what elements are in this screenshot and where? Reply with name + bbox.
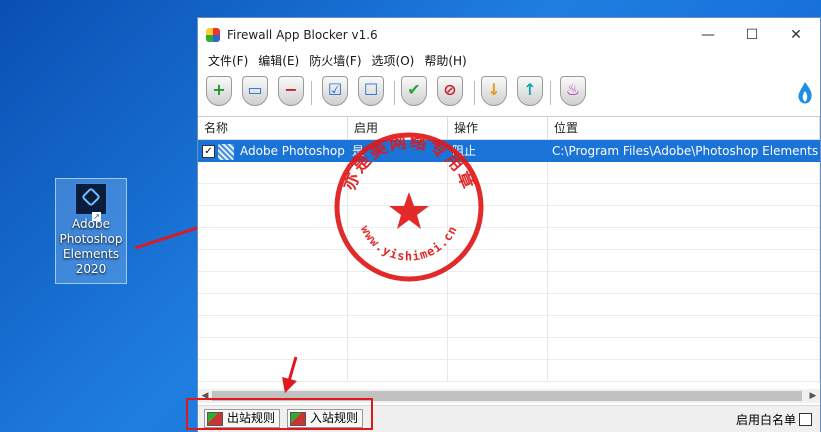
move-up-icon: ↑ <box>517 76 543 106</box>
allow-button[interactable]: ✔ <box>401 76 427 108</box>
app-logo-icon <box>206 28 220 42</box>
remove-button[interactable]: − <box>278 76 304 108</box>
allow-icon: ✔ <box>401 76 427 106</box>
close-button[interactable]: ✕ <box>774 24 818 46</box>
table-header: 名称 启用 操作 位置 <box>198 117 820 140</box>
desktop-icon-photoshop[interactable]: ↗ Adobe Photoshop Elements 2020 <box>55 178 127 284</box>
toolbar-separator <box>311 81 312 105</box>
column-header-location[interactable]: 位置 <box>548 117 820 139</box>
title-bar: Firewall App Blocker v1.6 — ☐ ✕ <box>198 18 820 52</box>
photoshop-app-icon <box>218 143 234 160</box>
table-row[interactable]: ✓Adobe Photoshop ... 是 阻止 C:\Program Fil… <box>198 140 820 162</box>
star-icon <box>389 192 429 229</box>
toolbar: + ▭ − ☑ ☐ ✔ ⊘ ↓ ↑ ♨ <box>198 71 820 117</box>
svg-text:亦是美网络专用章: 亦是美网络专用章 <box>339 131 480 193</box>
block-button[interactable]: ⊘ <box>437 76 463 108</box>
scroll-right-icon[interactable]: ▶ <box>806 389 820 403</box>
toolbar-separator <box>550 81 551 105</box>
annotation-highlight-box <box>186 398 373 430</box>
menu-firewall[interactable]: 防火墙(F) <box>305 52 365 71</box>
add-icon: + <box>206 76 232 106</box>
check-all-button[interactable]: ☑ <box>322 76 348 108</box>
whitelist-checkbox[interactable] <box>799 413 812 426</box>
flame-logo-icon <box>798 82 812 104</box>
move-up-button[interactable]: ↑ <box>517 76 543 108</box>
check-all-icon: ☑ <box>322 76 348 106</box>
row-checkbox[interactable]: ✓ <box>202 145 215 158</box>
menu-help[interactable]: 帮助(H) <box>420 52 470 71</box>
menu-file[interactable]: 文件(F) <box>204 52 252 71</box>
uncheck-all-icon: ☐ <box>358 76 384 106</box>
watermark-stamp: 亦是美网络专用章 www.yishimei.cn <box>334 131 484 282</box>
monitor-icon: ▭ <box>242 76 268 106</box>
move-down-icon: ↓ <box>481 76 507 106</box>
flame-button[interactable]: ♨ <box>560 76 586 108</box>
toolbar-separator <box>474 81 475 105</box>
block-icon: ⊘ <box>437 76 463 106</box>
flame-icon: ♨ <box>560 76 586 106</box>
move-down-button[interactable]: ↓ <box>481 76 507 108</box>
maximize-button[interactable]: ☐ <box>730 24 774 46</box>
desktop-icon-label: Adobe Photoshop Elements 2020 <box>59 217 123 276</box>
uncheck-all-button[interactable]: ☐ <box>358 76 384 108</box>
stamp-top-text: 亦是美网络专用章 <box>339 131 478 193</box>
add-button[interactable]: + <box>206 76 232 108</box>
column-header-name[interactable]: 名称 <box>198 117 348 139</box>
photoshop-icon: ↗ <box>75 183 107 221</box>
menu-bar: 文件(F) 编辑(E) 防火墙(F) 选项(O) 帮助(H) <box>198 52 820 71</box>
annotation-arrow-icon <box>282 356 298 393</box>
whitelist-label: 启用白名单 <box>735 413 796 427</box>
window-title: Firewall App Blocker v1.6 <box>227 28 378 42</box>
monitor-button[interactable]: ▭ <box>242 76 268 108</box>
minimize-button[interactable]: — <box>686 24 730 46</box>
svg-text:www.yishimei.cn: www.yishimei.cn <box>358 223 460 263</box>
remove-icon: − <box>278 76 304 106</box>
rules-table: 名称 启用 操作 位置 ✓Adobe Photoshop ... 是 阻止 C:… <box>198 117 820 387</box>
menu-edit[interactable]: 编辑(E) <box>254 52 303 71</box>
menu-options[interactable]: 选项(O) <box>368 52 419 71</box>
toolbar-separator <box>394 81 395 105</box>
shortcut-arrow-icon: ↗ <box>92 212 101 221</box>
stamp-bottom-text: www.yishimei.cn <box>358 223 459 263</box>
row-location: C:\Program Files\Adobe\Photoshop Element… <box>548 140 820 162</box>
